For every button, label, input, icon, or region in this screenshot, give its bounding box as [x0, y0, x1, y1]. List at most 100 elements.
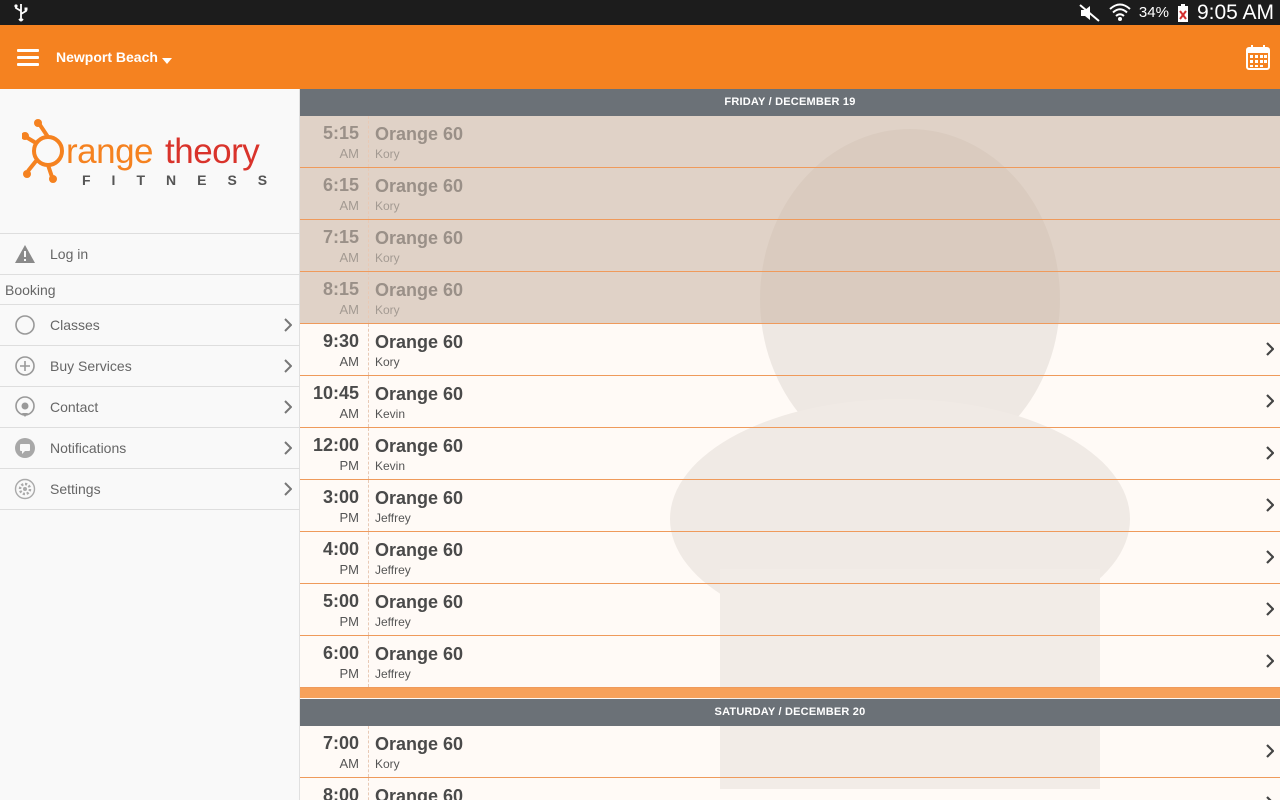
chevron-right-icon: [1266, 744, 1274, 758]
class-slot[interactable]: 9:30 AM Orange 60 Kory: [300, 324, 1280, 376]
slot-time: 9:30: [322, 331, 359, 351]
booking-section-label: Booking: [0, 274, 300, 304]
slot-ampm: PM: [339, 510, 360, 525]
sidebar-item-settings[interactable]: Settings: [0, 468, 300, 509]
chevron-right-icon: [1266, 394, 1274, 408]
class-name: Orange 60: [375, 436, 464, 456]
slot-time: 6:00: [322, 643, 359, 663]
class-slot[interactable]: 8:00AM Orange 60: [300, 778, 1280, 800]
schedule-list[interactable]: FRIDAY / DECEMBER 19 5:15 AM Orange 60 Ko…: [300, 89, 1280, 800]
gear-icon: [14, 478, 36, 500]
slot-ampm: AM: [339, 354, 360, 369]
sidebar-item-contact[interactable]: Contact: [0, 386, 300, 427]
slot-ampm: AM: [339, 406, 360, 421]
chevron-right-icon: [284, 441, 292, 455]
instructor-name: Jeffrey: [375, 563, 411, 577]
slot-time: 3:00: [322, 487, 359, 507]
slot-time: 5:00: [322, 591, 359, 611]
dropdown-caret-icon[interactable]: [162, 58, 172, 64]
slot-ampm: PM: [339, 562, 360, 577]
class-slot: 6:15 AM Orange 60 Kory: [300, 168, 1280, 220]
plus-circle-icon: [15, 356, 35, 376]
sidebar-item-label: Buy Services: [50, 358, 132, 374]
usb-icon: [14, 4, 28, 22]
slot-ampm: AM: [339, 302, 360, 317]
class-slot[interactable]: 5:00 PM Orange 60 Jeffrey: [300, 584, 1280, 636]
slot-time: 8:00: [322, 785, 359, 800]
location-selector[interactable]: Newport Beach: [56, 49, 158, 65]
slot-time: 10:45: [312, 383, 359, 403]
circle-icon: [15, 315, 35, 335]
instructor-name: Kory: [375, 757, 400, 771]
slot-ampm: AM: [339, 250, 360, 265]
sidebar-item-label: Settings: [50, 481, 101, 497]
sidebar-item-classes[interactable]: Classes: [0, 304, 300, 345]
chevron-right-icon: [284, 482, 292, 496]
chevron-right-icon: [1266, 446, 1274, 460]
battery-percent: 34%: [1138, 4, 1169, 21]
svg-text:FITNESS: FITNESS: [82, 172, 278, 188]
clock: 9:05 AM: [1196, 0, 1274, 24]
chevron-right-icon: [1266, 342, 1274, 356]
class-slot: 7:15 AM Orange 60 Kory: [300, 220, 1280, 272]
instructor-name: Jeffrey: [375, 511, 411, 525]
sidebar-item-label: Classes: [50, 317, 100, 333]
chevron-right-icon: [284, 318, 292, 332]
day-header: FRIDAY / DECEMBER 19: [300, 89, 1280, 116]
slot-ampm: AM: [339, 756, 360, 771]
slot-time: 5:15: [322, 123, 359, 143]
instructor-name: Kory: [375, 199, 400, 213]
chevron-right-icon: [284, 400, 292, 414]
app-bar: Newport Beach: [0, 25, 1280, 89]
chevron-right-icon: [1266, 550, 1274, 564]
slot-ampm: AM: [339, 146, 360, 161]
instructor-name: Kory: [375, 355, 400, 369]
slot-ampm: PM: [339, 666, 360, 681]
svg-text:range: range: [66, 132, 153, 171]
slot-time: 12:00: [312, 435, 359, 455]
instructor-name: Kory: [375, 147, 400, 161]
class-name: Orange 60: [375, 228, 464, 248]
chevron-right-icon: [284, 359, 292, 373]
class-slot[interactable]: 7:00 AM Orange 60 Kory: [300, 726, 1280, 778]
class-name: Orange 60: [375, 644, 464, 664]
class-slot: 8:15 AM Orange 60 Kory: [300, 272, 1280, 324]
day-header: SATURDAY / DECEMBER 20: [300, 699, 1280, 726]
brand-logo: range theory FITNESS: [22, 119, 278, 188]
status-bar: 34% 9:05 AM: [0, 0, 1280, 25]
day-divider: [300, 688, 1280, 698]
sidebar: range theory FITNESS Log in Booking Clas…: [0, 89, 300, 800]
class-name: Orange 60: [375, 124, 464, 144]
class-name: Orange 60: [375, 540, 464, 560]
slot-ampm: PM: [339, 458, 360, 473]
class-slot[interactable]: 6:00 PM Orange 60 Jeffrey: [300, 636, 1280, 688]
slot-ampm: AM: [339, 198, 360, 213]
class-slot: 5:15 AM Orange 60 Kory: [300, 116, 1280, 168]
instructor-name: Kevin: [375, 459, 406, 473]
class-slot[interactable]: 3:00 PM Orange 60 Jeffrey: [300, 480, 1280, 532]
class-name: Orange 60: [375, 786, 464, 800]
calendar-icon[interactable]: [1246, 44, 1270, 70]
class-name: Orange 60: [375, 488, 464, 508]
class-slot[interactable]: 12:00 PM Orange 60 Kevin: [300, 428, 1280, 480]
slot-time: 7:15: [322, 227, 359, 247]
class-name: Orange 60: [375, 384, 464, 404]
instructor-name: Jeffrey: [375, 667, 411, 681]
instructor-name: Jeffrey: [375, 615, 411, 629]
sidebar-item-notifications[interactable]: Notifications: [0, 427, 300, 468]
login-item[interactable]: Log in: [0, 233, 300, 274]
login-label: Log in: [50, 246, 89, 262]
battery-icon: [1177, 3, 1188, 22]
class-name: Orange 60: [375, 734, 464, 754]
class-name: Orange 60: [375, 332, 464, 352]
chevron-right-icon: [1266, 602, 1274, 616]
menu-icon[interactable]: [17, 49, 39, 67]
location-pin-icon: [15, 396, 35, 417]
class-slot[interactable]: 4:00 PM Orange 60 Jeffrey: [300, 532, 1280, 584]
sidebar-divider: [0, 509, 300, 510]
sidebar-item-buy-services[interactable]: Buy Services: [0, 345, 300, 386]
warning-icon: [15, 245, 35, 263]
class-slot[interactable]: 10:45 AM Orange 60 Kevin: [300, 376, 1280, 428]
slot-time: 4:00: [322, 539, 359, 559]
class-name: Orange 60: [375, 592, 464, 612]
